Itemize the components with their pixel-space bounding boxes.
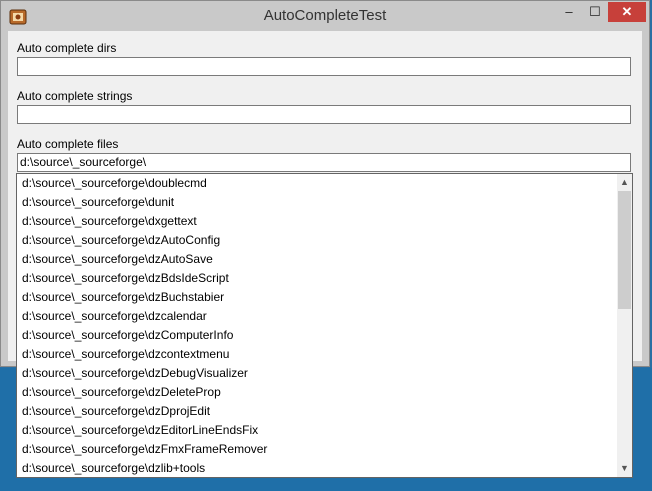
vertical-scrollbar[interactable]: ▲ ▼ xyxy=(617,174,632,477)
suggestion-item[interactable]: d:\source\_sourceforge\dzEditorLineEndsF… xyxy=(17,421,617,440)
suggestion-item[interactable]: d:\source\_sourceforge\dzAutoConfig xyxy=(17,231,617,250)
scroll-down-icon[interactable]: ▼ xyxy=(617,460,632,477)
close-button[interactable]: ✕ xyxy=(608,2,646,22)
files-input[interactable]: d:\source\_sourceforge\ xyxy=(17,153,631,172)
suggestion-item[interactable]: d:\source\_sourceforge\dzlib+tools xyxy=(17,459,617,477)
suggestion-item[interactable]: d:\source\_sourceforge\dzBdsIdeScript xyxy=(17,269,617,288)
strings-input[interactable] xyxy=(17,105,631,124)
scroll-up-icon[interactable]: ▲ xyxy=(617,174,632,191)
files-label: Auto complete files xyxy=(17,137,119,151)
suggestion-item[interactable]: d:\source\_sourceforge\dzBuchstabier xyxy=(17,288,617,307)
title-bar[interactable]: AutoCompleteTest – ☐ ✕ xyxy=(1,1,649,31)
strings-label: Auto complete strings xyxy=(17,89,133,103)
suggestion-item[interactable]: d:\source\_sourceforge\dzComputerInfo xyxy=(17,326,617,345)
dirs-input[interactable] xyxy=(17,57,631,76)
maximize-button[interactable]: ☐ xyxy=(582,2,608,22)
autocomplete-dropdown: d:\source\_sourceforge\doublecmd d:\sourc… xyxy=(16,173,633,478)
suggestion-item[interactable]: d:\source\_sourceforge\dzcalendar xyxy=(17,307,617,326)
suggestion-list: d:\source\_sourceforge\doublecmd d:\sourc… xyxy=(17,174,617,477)
suggestion-item[interactable]: d:\source\_sourceforge\dzDebugVisualizer xyxy=(17,364,617,383)
window-title: AutoCompleteTest xyxy=(263,7,387,24)
suggestion-item[interactable]: d:\source\_sourceforge\dzcontextmenu xyxy=(17,345,617,364)
suggestion-item[interactable]: d:\source\_sourceforge\dzAutoSave xyxy=(17,250,617,269)
scroll-thumb[interactable] xyxy=(618,191,631,309)
suggestion-item[interactable]: d:\source\_sourceforge\doublecmd xyxy=(17,174,617,193)
suggestion-item[interactable]: d:\source\_sourceforge\dzFmxFrameRemover xyxy=(17,440,617,459)
dirs-label: Auto complete dirs xyxy=(17,41,117,55)
suggestion-item[interactable]: d:\source\_sourceforge\dxgettext xyxy=(17,212,617,231)
suggestion-item[interactable]: d:\source\_sourceforge\dunit xyxy=(17,193,617,212)
minimize-button[interactable]: – xyxy=(556,2,582,22)
suggestion-item[interactable]: d:\source\_sourceforge\dzDeleteProp xyxy=(17,383,617,402)
suggestion-item[interactable]: d:\source\_sourceforge\dzDprojEdit xyxy=(17,402,617,421)
